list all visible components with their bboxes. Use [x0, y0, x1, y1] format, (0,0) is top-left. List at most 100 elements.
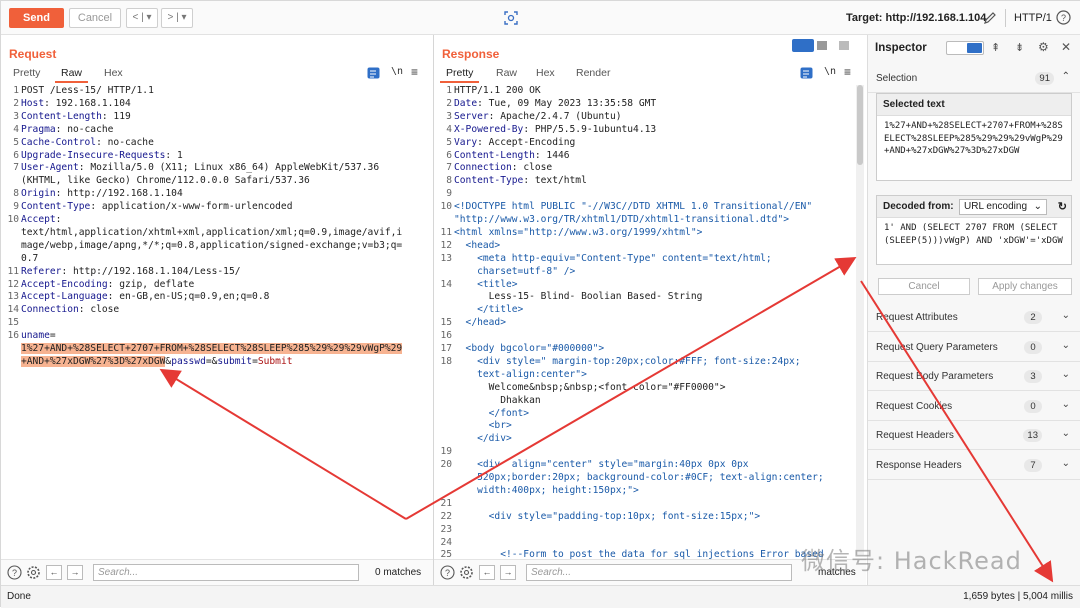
inspector-cancel-button[interactable]: Cancel	[878, 278, 970, 295]
line-number: 5	[446, 136, 452, 148]
request-search-bar: ? ← → Search... 0 matches	[1, 559, 433, 585]
http-version-toggle[interactable]: HTTP/1	[1014, 12, 1052, 24]
layout-single-icon[interactable]	[839, 41, 849, 50]
plain-text: Dhakkan	[454, 394, 541, 406]
expand-icon[interactable]: ⇞	[991, 41, 1000, 54]
watermark: 微信号: HackRead	[801, 547, 1022, 575]
plain-text: 0.7	[21, 252, 39, 264]
response-editor[interactable]: 1 HTTP/1.1 200 OK 2 Date: Tue, 09 May 2023 …	[434, 83, 866, 559]
header-name: Connection	[454, 162, 512, 174]
header-value: : Tue, 09 May 2023 13:35:58 GMT	[477, 97, 657, 109]
encoding-options-icon[interactable]: ↻	[1058, 200, 1067, 213]
message-actions-icon[interactable]	[367, 67, 380, 79]
menu-icon[interactable]: ≡	[844, 65, 851, 79]
inspector-section[interactable]: Response Headers 7 ⌄	[868, 451, 1080, 480]
help-icon[interactable]: ?	[7, 565, 22, 580]
tab-hex[interactable]: Hex	[104, 67, 123, 79]
html-markup: <br>	[454, 420, 512, 432]
plain-text: Less-15- Blind- Boolian Based- String	[454, 291, 703, 303]
forward-button[interactable]: > | ▾	[161, 8, 193, 28]
code-line: Referer: http://192.168.1.104/Less-15/	[21, 266, 241, 279]
svg-text:?: ?	[445, 568, 450, 578]
code-line: 1%27+AND+%28SELECT+2707+FROM+%28SELECT%2…	[21, 343, 403, 356]
layout-icon	[967, 43, 982, 53]
selected-text-value[interactable]: 1%27+AND+%28SELECT+2707+FROM+%28SELECT%2…	[877, 116, 1071, 162]
response-search-input[interactable]: Search...	[526, 564, 792, 581]
code-line: text-align:center">	[454, 369, 587, 382]
edit-target-icon[interactable]	[983, 11, 997, 25]
close-icon[interactable]: ✕	[1061, 40, 1071, 54]
header-value: : http://192.168.1.104	[55, 188, 183, 200]
code-line: 520px;border:20px; background-color:#0CF…	[454, 472, 824, 485]
tab-raw[interactable]: Raw	[55, 67, 89, 83]
code-line: Welcome&nbsp;&nbsp;<font color="#FF0000"…	[454, 381, 726, 395]
code-line: Accept-Language: en-GB,en-US;q=0.9,en;q=…	[21, 291, 269, 304]
inspector-section[interactable]: Request Query Parameters 0 ⌄	[868, 333, 1080, 362]
tab-render[interactable]: Render	[576, 67, 610, 79]
html-markup: <title>	[454, 278, 518, 290]
search-prev-button[interactable]: ←	[479, 565, 495, 580]
line-number: 3	[446, 110, 452, 122]
settings-gear-icon[interactable]	[26, 565, 41, 580]
header-name: Upgrade-Insecure-Requests	[21, 149, 166, 161]
search-next-button[interactable]: →	[500, 565, 516, 580]
plain-text: (KHTML, like Gecko) Chrome/112.0.0.0 Saf…	[21, 175, 310, 187]
layout-toggle[interactable]	[792, 39, 862, 53]
send-button[interactable]: Send	[9, 8, 64, 28]
layout-horizontal-icon[interactable]	[817, 41, 827, 50]
inspector-section[interactable]: Request Headers 13 ⌄	[868, 421, 1080, 450]
cancel-button[interactable]: Cancel	[69, 8, 121, 28]
scrollbar-thumb[interactable]	[857, 85, 863, 165]
back-button[interactable]: < | ▾	[126, 8, 158, 28]
collapse-icon[interactable]: ⇟	[1015, 41, 1024, 54]
tab-hex[interactable]: Hex	[536, 67, 555, 79]
inspector-section[interactable]: Request Body Parameters 3 ⌄	[868, 362, 1080, 391]
header-name: Host	[21, 97, 45, 109]
decoding-select[interactable]: URL encoding ⌄	[959, 199, 1047, 215]
chevron-up-icon[interactable]: ⌃	[1062, 71, 1070, 82]
help-icon[interactable]: ?	[1056, 10, 1071, 25]
tab-pretty[interactable]: Pretty	[440, 67, 480, 83]
inspector-section[interactable]: Request Attributes 2 ⌄	[868, 303, 1080, 332]
code-line: Upgrade-Insecure-Requests: 1	[21, 150, 183, 163]
inspector-section[interactable]: Request Cookies 0 ⌄	[868, 392, 1080, 421]
code-line: <html xmlns="http://www.w3.org/1999/xhtm…	[454, 227, 702, 240]
help-icon[interactable]: ?	[440, 565, 455, 580]
message-actions-icon[interactable]	[800, 67, 813, 79]
html-markup: <!DOCTYPE html PUBLIC "-//W3C//DTD XHTML…	[454, 201, 813, 213]
response-scrollbar[interactable]	[856, 85, 864, 555]
layout-split-icon[interactable]	[792, 39, 814, 52]
plain-text: mage/webp,image/apng,*/*;q=0.8,applicati…	[21, 239, 403, 251]
code-line: HTTP/1.1 200 OK	[454, 85, 541, 98]
status-bar: Done 1,659 bytes | 5,004 millis	[1, 585, 1080, 608]
decoded-text-value[interactable]: 1' AND (SELECT 2707 FROM (SELECT(SLEEP(5…	[877, 218, 1071, 251]
request-search-input[interactable]: Search...	[93, 564, 359, 581]
svg-text:?: ?	[12, 568, 17, 578]
code-line: </font>	[454, 408, 529, 421]
code-line: +AND+%27xDGW%27%3D%27xDGW&passwd=&submit…	[21, 355, 293, 369]
code-line: <meta http-equiv="Content-Type" content=…	[454, 253, 772, 266]
request-editor[interactable]: 1 POST /Less-15/ HTTP/1.1 2 Host: 192.168.1…	[1, 83, 433, 559]
line-number: 16	[7, 330, 19, 342]
search-prev-button[interactable]: ←	[46, 565, 62, 580]
settings-gear-icon[interactable]	[459, 565, 474, 580]
code-line: <!DOCTYPE html PUBLIC "-//W3C//DTD XHTML…	[454, 201, 812, 214]
code-line: Pragma: no-cache	[21, 124, 113, 137]
code-line: "http://www.w3.org/TR/xhtml1/DTD/xhtml1-…	[454, 214, 789, 227]
apply-changes-button[interactable]: Apply changes	[978, 278, 1072, 295]
newline-toggle-icon[interactable]: \n	[391, 66, 403, 77]
plain-text: Welcome&nbsp;&nbsp;<font color="#FF0000"…	[454, 381, 726, 393]
search-next-button[interactable]: →	[67, 565, 83, 580]
header-name: Content-Length	[21, 110, 102, 122]
settings-gear-icon[interactable]: ⚙	[1038, 40, 1049, 54]
chevron-down-icon: ⌄	[1061, 428, 1070, 439]
status-text: Done	[7, 591, 31, 602]
tab-pretty[interactable]: Pretty	[13, 67, 40, 79]
code-line: (KHTML, like Gecko) Chrome/112.0.0.0 Saf…	[21, 175, 310, 188]
menu-icon[interactable]: ≡	[411, 65, 418, 79]
target-focus-icon[interactable]	[503, 10, 519, 26]
inspector-layout-toggle[interactable]	[946, 41, 984, 55]
tab-raw[interactable]: Raw	[496, 67, 517, 79]
selection-section[interactable]: Selection 91 ⌃	[868, 64, 1080, 93]
newline-toggle-icon[interactable]: \n	[824, 66, 836, 77]
